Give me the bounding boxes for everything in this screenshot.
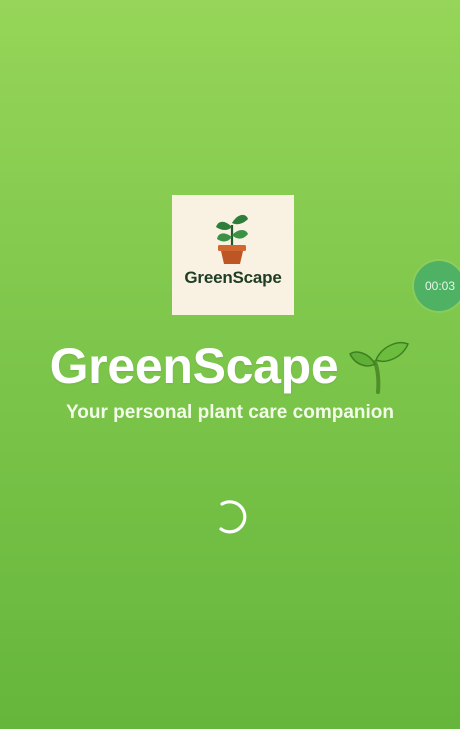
sprout-icon bbox=[349, 342, 410, 394]
app-title: GreenScape bbox=[49, 338, 339, 394]
title-row: GreenScape bbox=[0, 336, 460, 396]
logo-wordmark: GreenScape bbox=[184, 268, 282, 287]
loading-spinner-icon bbox=[219, 500, 247, 534]
recording-timer-badge[interactable]: 00:03 bbox=[414, 261, 460, 311]
splash-screen: GreenScape GreenScape Your personal plan… bbox=[0, 0, 460, 729]
recording-timer-text: 00:03 bbox=[424, 279, 456, 293]
app-logo: GreenScape bbox=[172, 195, 294, 315]
app-tagline: Your personal plant care companion bbox=[66, 402, 394, 423]
potted-plant-icon bbox=[216, 214, 248, 264]
